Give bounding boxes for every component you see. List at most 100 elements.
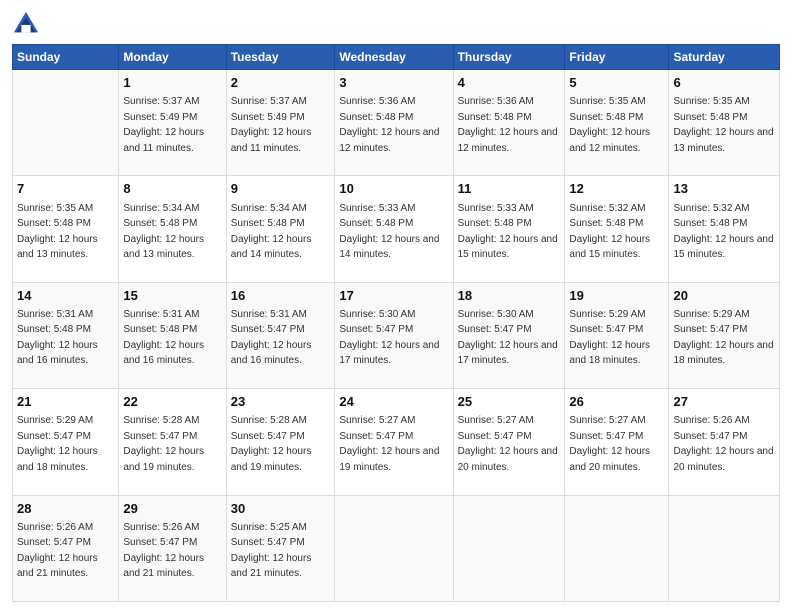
cell-info: Sunrise: 5:28 AMSunset: 5:47 PMDaylight:… [231,415,312,473]
cell-info: Sunrise: 5:37 AMSunset: 5:49 PMDaylight:… [231,96,312,154]
calendar-cell: 13Sunrise: 5:32 AMSunset: 5:48 PMDayligh… [669,176,780,282]
calendar-cell: 23 Sunrise: 5:28 AMSunset: 5:47 PMDayligh… [226,389,335,495]
calendar-week-row: 21Sunrise: 5:29 AMSunset: 5:47 PMDayligh… [13,389,780,495]
cell-info: Sunrise: 5:30 AMSunset: 5:47 PMDaylight:… [458,309,558,367]
day-number: 3 [339,74,448,92]
header-day: Friday [565,45,669,70]
day-number: 15 [123,287,221,305]
cell-info: Sunrise: 5:25 AMSunset: 5:47 PMDaylight:… [231,522,312,580]
cell-info: Sunrise: 5:37 AMSunset: 5:49 PMDaylight:… [123,96,204,154]
cell-info: Sunrise: 5:29 AMSunset: 5:47 PMDaylight:… [17,415,98,473]
header [12,10,780,38]
cell-info: Sunrise: 5:28 AMSunset: 5:47 PMDaylight:… [123,415,204,473]
cell-info: Sunrise: 5:27 AMSunset: 5:47 PMDaylight:… [458,415,558,473]
day-number: 11 [458,180,561,198]
calendar-cell: 2 Sunrise: 5:37 AMSunset: 5:49 PMDaylight… [226,70,335,176]
calendar-cell: 5 Sunrise: 5:35 AMSunset: 5:48 PMDaylight… [565,70,669,176]
day-number: 7 [17,180,114,198]
cell-info: Sunrise: 5:36 AMSunset: 5:48 PMDaylight:… [458,96,558,154]
cell-info: Sunrise: 5:27 AMSunset: 5:47 PMDaylight:… [569,415,650,473]
calendar-week-row: 14Sunrise: 5:31 AMSunset: 5:48 PMDayligh… [13,282,780,388]
cell-info: Sunrise: 5:29 AMSunset: 5:47 PMDaylight:… [569,309,650,367]
calendar-cell [669,495,780,601]
day-number: 9 [231,180,331,198]
header-row: SundayMondayTuesdayWednesdayThursdayFrid… [13,45,780,70]
cell-info: Sunrise: 5:26 AMSunset: 5:47 PMDaylight:… [673,415,773,473]
cell-info: Sunrise: 5:34 AMSunset: 5:48 PMDaylight:… [123,203,204,261]
calendar-cell: 12 Sunrise: 5:32 AMSunset: 5:48 PMDayligh… [565,176,669,282]
cell-info: Sunrise: 5:33 AMSunset: 5:48 PMDaylight:… [339,203,439,261]
header-day: Thursday [453,45,565,70]
calendar-cell: 29Sunrise: 5:26 AMSunset: 5:47 PMDayligh… [119,495,226,601]
calendar-cell: 17 Sunrise: 5:30 AMSunset: 5:47 PMDayligh… [335,282,453,388]
header-day: Monday [119,45,226,70]
cell-info: Sunrise: 5:36 AMSunset: 5:48 PMDaylight:… [339,96,439,154]
calendar-cell: 20Sunrise: 5:29 AMSunset: 5:47 PMDayligh… [669,282,780,388]
calendar-cell: 18 Sunrise: 5:30 AMSunset: 5:47 PMDayligh… [453,282,565,388]
day-number: 5 [569,74,664,92]
calendar-cell: 16Sunrise: 5:31 AMSunset: 5:47 PMDayligh… [226,282,335,388]
day-number: 4 [458,74,561,92]
calendar-cell: 19 Sunrise: 5:29 AMSunset: 5:47 PMDayligh… [565,282,669,388]
day-number: 19 [569,287,664,305]
cell-info: Sunrise: 5:26 AMSunset: 5:47 PMDaylight:… [123,522,204,580]
cell-info: Sunrise: 5:35 AMSunset: 5:48 PMDaylight:… [569,96,650,154]
day-number: 12 [569,180,664,198]
calendar-cell [13,70,119,176]
day-number: 25 [458,393,561,411]
cell-info: Sunrise: 5:30 AMSunset: 5:47 PMDaylight:… [339,309,439,367]
calendar-cell: 7 Sunrise: 5:35 AMSunset: 5:48 PMDaylight… [13,176,119,282]
calendar-body: 1 Sunrise: 5:37 AMSunset: 5:49 PMDaylight… [13,70,780,602]
header-day: Sunday [13,45,119,70]
cell-info: Sunrise: 5:32 AMSunset: 5:48 PMDaylight:… [569,203,650,261]
calendar-cell: 24Sunrise: 5:27 AMSunset: 5:47 PMDayligh… [335,389,453,495]
day-number: 6 [673,74,775,92]
day-number: 16 [231,287,331,305]
header-day: Tuesday [226,45,335,70]
day-number: 27 [673,393,775,411]
day-number: 2 [231,74,331,92]
cell-info: Sunrise: 5:31 AMSunset: 5:48 PMDaylight:… [123,309,204,367]
calendar-cell: 14Sunrise: 5:31 AMSunset: 5:48 PMDayligh… [13,282,119,388]
cell-info: Sunrise: 5:33 AMSunset: 5:48 PMDaylight:… [458,203,558,261]
calendar-cell: 1 Sunrise: 5:37 AMSunset: 5:49 PMDaylight… [119,70,226,176]
calendar-cell: 27 Sunrise: 5:26 AMSunset: 5:47 PMDayligh… [669,389,780,495]
cell-info: Sunrise: 5:34 AMSunset: 5:48 PMDaylight:… [231,203,312,261]
day-number: 17 [339,287,448,305]
calendar-table: SundayMondayTuesdayWednesdayThursdayFrid… [12,44,780,602]
calendar-cell: 30 Sunrise: 5:25 AMSunset: 5:47 PMDayligh… [226,495,335,601]
calendar-cell [335,495,453,601]
day-number: 28 [17,500,114,518]
calendar-cell: 25 Sunrise: 5:27 AMSunset: 5:47 PMDayligh… [453,389,565,495]
cell-info: Sunrise: 5:26 AMSunset: 5:47 PMDaylight:… [17,522,98,580]
cell-info: Sunrise: 5:29 AMSunset: 5:47 PMDaylight:… [673,309,773,367]
calendar-cell: 9 Sunrise: 5:34 AMSunset: 5:48 PMDaylight… [226,176,335,282]
calendar-cell: 28 Sunrise: 5:26 AMSunset: 5:47 PMDayligh… [13,495,119,601]
day-number: 8 [123,180,221,198]
logo [12,10,44,38]
calendar-week-row: 1 Sunrise: 5:37 AMSunset: 5:49 PMDaylight… [13,70,780,176]
header-day: Wednesday [335,45,453,70]
day-number: 1 [123,74,221,92]
cell-info: Sunrise: 5:35 AMSunset: 5:48 PMDaylight:… [17,203,98,261]
calendar-cell: 15 Sunrise: 5:31 AMSunset: 5:48 PMDayligh… [119,282,226,388]
calendar-cell: 26 Sunrise: 5:27 AMSunset: 5:47 PMDayligh… [565,389,669,495]
calendar-cell: 21Sunrise: 5:29 AMSunset: 5:47 PMDayligh… [13,389,119,495]
page: SundayMondayTuesdayWednesdayThursdayFrid… [0,0,792,612]
calendar-cell: 11 Sunrise: 5:33 AMSunset: 5:48 PMDayligh… [453,176,565,282]
day-number: 10 [339,180,448,198]
day-number: 18 [458,287,561,305]
cell-info: Sunrise: 5:32 AMSunset: 5:48 PMDaylight:… [673,203,773,261]
logo-icon [12,10,40,38]
day-number: 23 [231,393,331,411]
day-number: 30 [231,500,331,518]
day-number: 24 [339,393,448,411]
calendar-cell: 4 Sunrise: 5:36 AMSunset: 5:48 PMDaylight… [453,70,565,176]
calendar-cell: 22 Sunrise: 5:28 AMSunset: 5:47 PMDayligh… [119,389,226,495]
calendar-cell [565,495,669,601]
day-number: 26 [569,393,664,411]
calendar-cell: 3 Sunrise: 5:36 AMSunset: 5:48 PMDaylight… [335,70,453,176]
calendar-week-row: 7 Sunrise: 5:35 AMSunset: 5:48 PMDaylight… [13,176,780,282]
day-number: 22 [123,393,221,411]
calendar-cell [453,495,565,601]
